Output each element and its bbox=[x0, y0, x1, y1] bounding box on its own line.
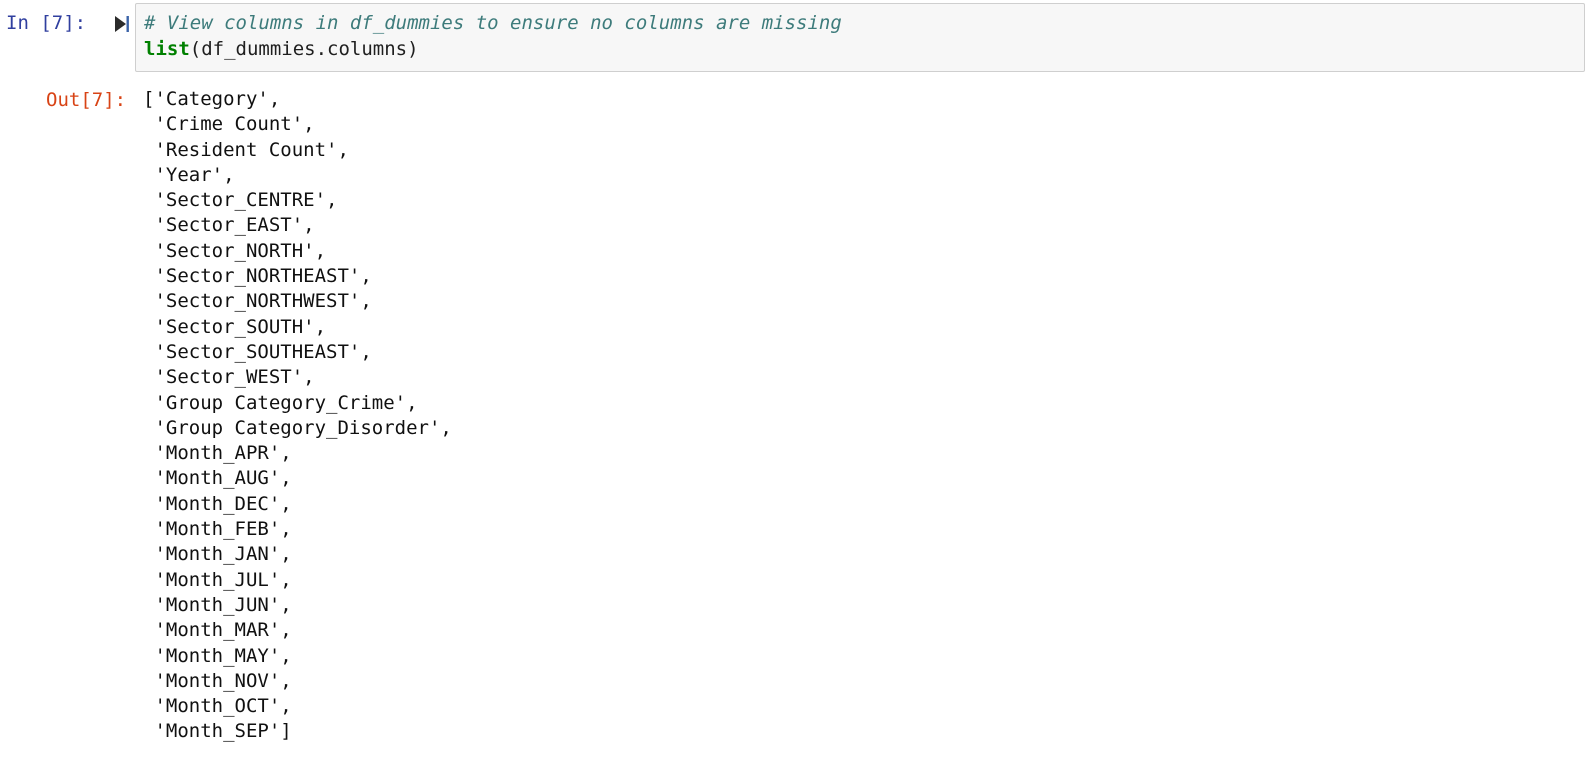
output-result-text: ['Category', 'Crime Count', 'Resident Co… bbox=[143, 88, 452, 743]
code-source: # View columns in df_dummies to ensure n… bbox=[144, 10, 842, 62]
code-call-arguments: (df_dummies.columns) bbox=[189, 38, 419, 60]
output-prompt-label: Out[7]: bbox=[46, 89, 127, 111]
code-cell-input-row: In [7]: # View columns in df_dummies to … bbox=[0, 0, 1596, 76]
code-builtin-list: list bbox=[144, 38, 190, 60]
step-forward-icon[interactable] bbox=[110, 12, 134, 36]
code-comment-line: # View columns in df_dummies to ensure n… bbox=[144, 12, 842, 34]
input-prompt-label: In [7]: bbox=[6, 12, 87, 34]
code-editor-area[interactable]: # View columns in df_dummies to ensure n… bbox=[135, 3, 1585, 72]
